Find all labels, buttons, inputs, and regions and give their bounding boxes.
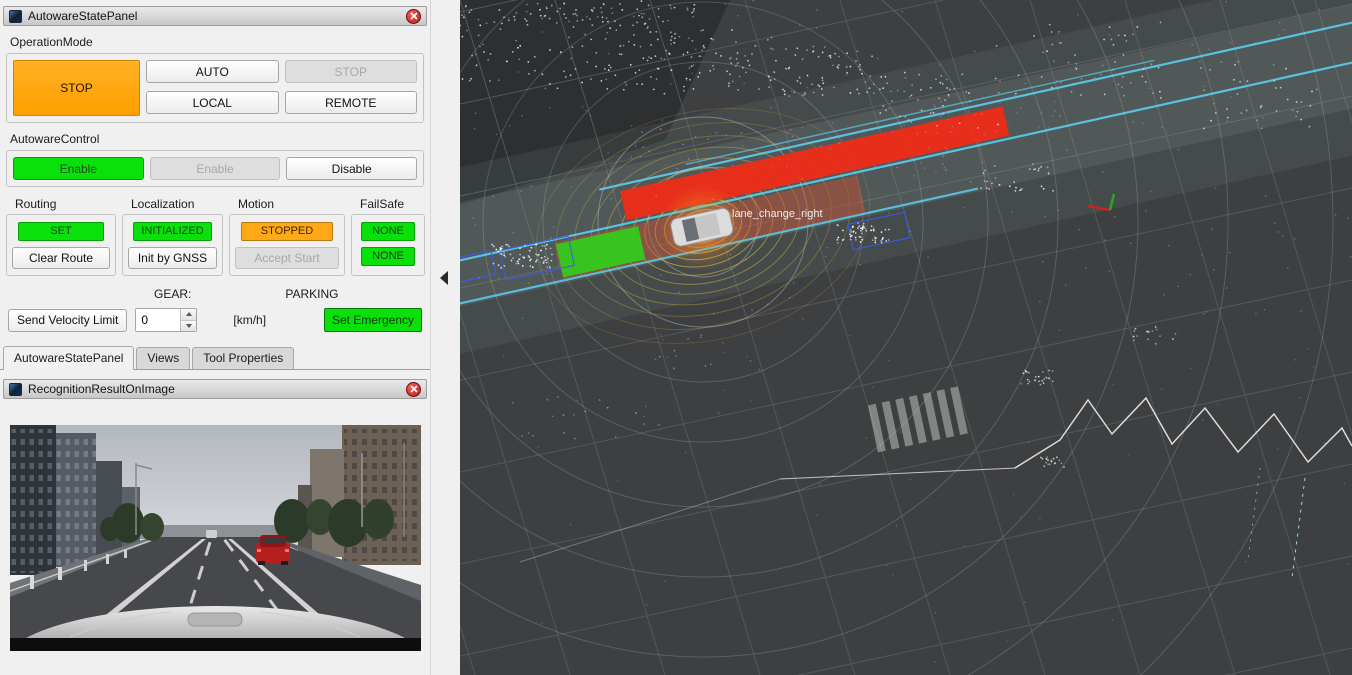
spin-up-icon[interactable] (181, 309, 196, 320)
gear-row: GEAR: PARKING (6, 287, 424, 301)
mrm-behavior-badge: NONE (361, 247, 416, 266)
init-by-gnss-button[interactable]: Init by GNSS (128, 247, 217, 269)
localization-group: INITIALIZED Init by GNSS (122, 214, 223, 276)
auto-mode-button[interactable]: AUTO (146, 60, 279, 83)
velocity-limit-spinbox (135, 308, 197, 332)
failsafe-label: FailSafe (351, 197, 425, 211)
tab-views[interactable]: Views (136, 347, 190, 369)
local-mode-button[interactable]: LOCAL (146, 91, 279, 114)
camera-image (10, 425, 421, 651)
left-panel-column: AutowareStatePanel OperationMode STOP AU… (0, 0, 430, 675)
operation-mode-group: STOP AUTO STOP LOCAL REMOTE (6, 53, 424, 123)
status-section-labels: Routing Localization Motion FailSafe (6, 197, 424, 211)
status-section: SET Clear Route INITIALIZED Init by GNSS… (6, 214, 424, 276)
gear-value: PARKING (285, 287, 338, 301)
send-velocity-limit-button[interactable]: Send Velocity Limit (8, 309, 127, 332)
panel-collapse-arrow[interactable] (440, 271, 448, 285)
close-icon[interactable] (406, 382, 421, 397)
operation-mode-label: OperationMode (10, 35, 420, 49)
behavior-annotation: lane_change_right (732, 208, 823, 220)
disable-button[interactable]: Disable (286, 157, 417, 180)
failsafe-group: NONE NONE (351, 214, 425, 276)
accept-start-button[interactable]: Accept Start (235, 247, 339, 269)
set-emergency-button[interactable]: Set Emergency (324, 308, 422, 332)
enable-button[interactable]: Enable (150, 157, 281, 180)
tab-autoware-state-panel[interactable]: AutowareStatePanel (3, 346, 134, 370)
detected-red-car (256, 535, 290, 565)
state-panel-titlebar: AutowareStatePanel (3, 6, 427, 26)
tab-tool-properties[interactable]: Tool Properties (192, 347, 294, 369)
panel-icon (9, 10, 22, 23)
recognition-panel-titlebar: RecognitionResultOnImage (3, 379, 427, 399)
velocity-unit-label: [km/h] (233, 313, 266, 327)
state-panel-title: AutowareStatePanel (28, 9, 137, 23)
spin-down-icon[interactable] (181, 320, 196, 332)
spinner-buttons (180, 309, 196, 331)
panel-icon (9, 383, 22, 396)
recognition-panel-title: RecognitionResultOnImage (28, 382, 175, 396)
control-enabled-indicator-button[interactable]: Enable (13, 157, 144, 180)
remote-mode-button[interactable]: REMOTE (285, 91, 418, 114)
panel-tab-bar: AutowareStatePanel Views Tool Properties (0, 345, 430, 370)
panel-splitter[interactable] (430, 0, 460, 675)
desktop: AutowareStatePanel OperationMode STOP AU… (0, 0, 1352, 675)
operation-mode-current-button[interactable]: STOP (13, 60, 140, 116)
close-icon[interactable] (406, 9, 421, 24)
localization-label: Localization (122, 197, 223, 211)
autoware-control-group: Enable Enable Disable (6, 150, 424, 187)
stop-mode-button[interactable]: STOP (285, 60, 418, 83)
routing-state-badge: SET (18, 222, 104, 241)
motion-group: STOPPED Accept Start (229, 214, 345, 276)
gear-label: GEAR: (154, 287, 191, 301)
autoware-control-label: AutowareControl (10, 132, 420, 146)
routing-group: SET Clear Route (6, 214, 116, 276)
velocity-limit-row: Send Velocity Limit [km/h] Set Emergency (8, 308, 422, 332)
rviz-3d-viewport[interactable]: lane_change_right (460, 0, 1352, 675)
motion-label: Motion (229, 197, 345, 211)
velocity-limit-input[interactable] (136, 309, 180, 331)
clear-route-button[interactable]: Clear Route (12, 247, 110, 269)
localization-state-badge: INITIALIZED (133, 222, 211, 241)
mrm-state-badge: NONE (361, 222, 416, 241)
motion-state-badge: STOPPED (241, 222, 333, 241)
routing-label: Routing (6, 197, 116, 211)
